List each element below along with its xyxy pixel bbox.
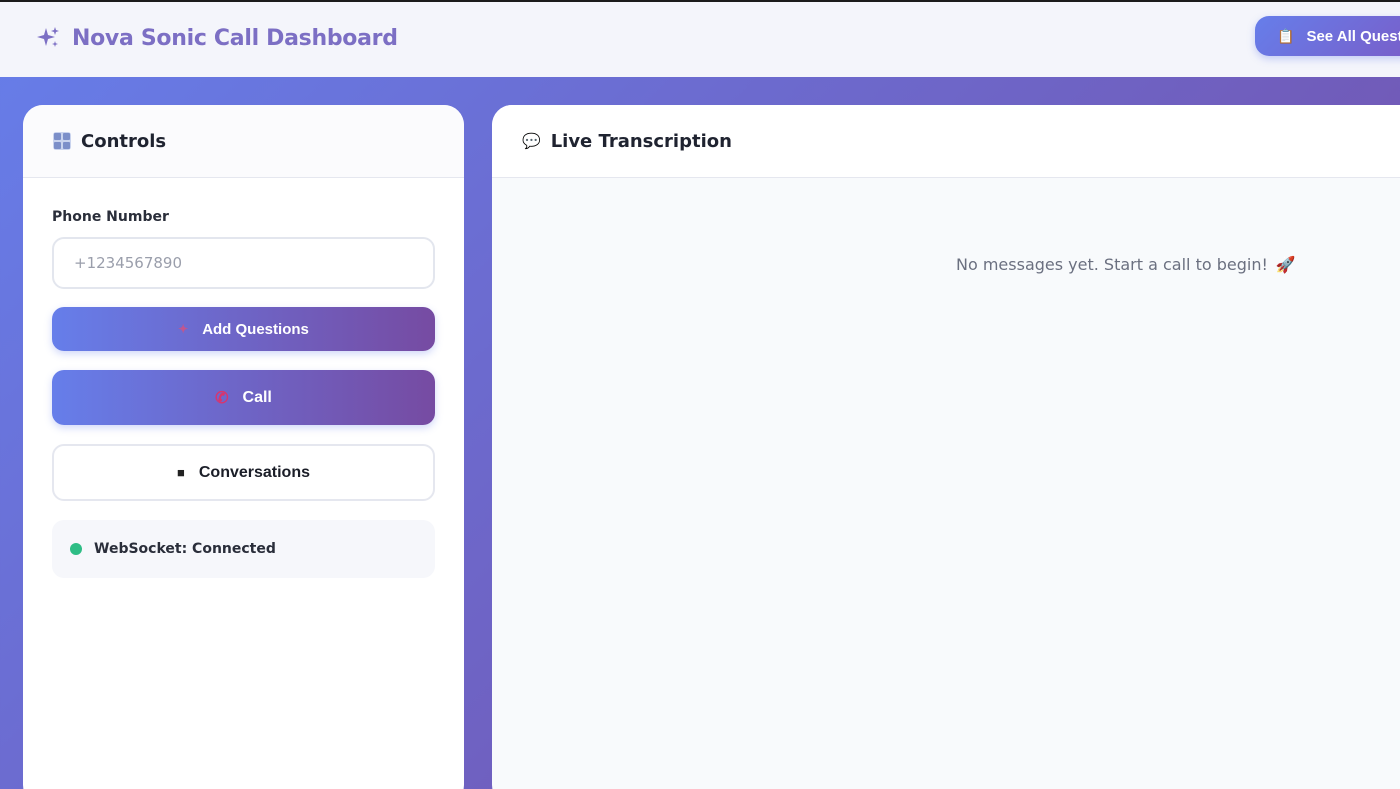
add-questions-label: Add Questions — [202, 320, 309, 338]
controls-title: Controls — [81, 130, 167, 152]
transcription-title: Live Transcription — [550, 130, 732, 152]
transcription-header: 💬 Live Transcription — [492, 105, 1400, 178]
speech-bubble-icon: 💬 — [522, 132, 541, 150]
app-header: Nova Sonic Call Dashboard 📋 See All Ques… — [0, 0, 1400, 77]
phone-number-input[interactable] — [52, 237, 435, 289]
phone-number-label: Phone Number — [52, 209, 169, 225]
sparkle-icon: ✦ — [178, 322, 189, 336]
empty-message: No messages yet. Start a call to begin! — [956, 255, 1268, 274]
add-questions-button[interactable]: ✦ Add Questions — [52, 307, 435, 351]
brand: Nova Sonic Call Dashboard — [36, 22, 398, 54]
status-indicator — [70, 543, 82, 555]
phone-icon: ✆ — [215, 389, 229, 407]
conversations-button[interactable]: ■ Conversations — [52, 444, 435, 501]
sparkle-icon — [37, 27, 59, 47]
rocket-icon: 🚀 — [1275, 255, 1296, 274]
controls-header: Controls — [23, 105, 464, 178]
transcription-panel: 💬 Live Transcription No messages yet. St… — [492, 105, 1400, 789]
grid-icon — [53, 132, 71, 150]
websocket-status: WebSocket: Connected — [52, 520, 435, 578]
conversations-label: Conversations — [198, 463, 310, 481]
call-button[interactable]: ✆ Call — [52, 370, 435, 425]
see-all-questions-label: See All Questions — [1306, 27, 1400, 45]
clipboard-icon: 📋 — [1277, 27, 1295, 44]
empty-state: No messages yet. Start a call to begin! … — [956, 255, 1296, 274]
app-title: Nova Sonic Call Dashboard — [72, 25, 398, 51]
chat-icon: ■ — [177, 465, 185, 480]
call-label: Call — [242, 388, 272, 406]
status-text: WebSocket: Connected — [94, 541, 276, 557]
see-all-questions-button[interactable]: 📋 See All Questions — [1255, 16, 1400, 56]
controls-panel: Controls Phone Number ✦ Add Questions ✆ … — [23, 105, 464, 789]
